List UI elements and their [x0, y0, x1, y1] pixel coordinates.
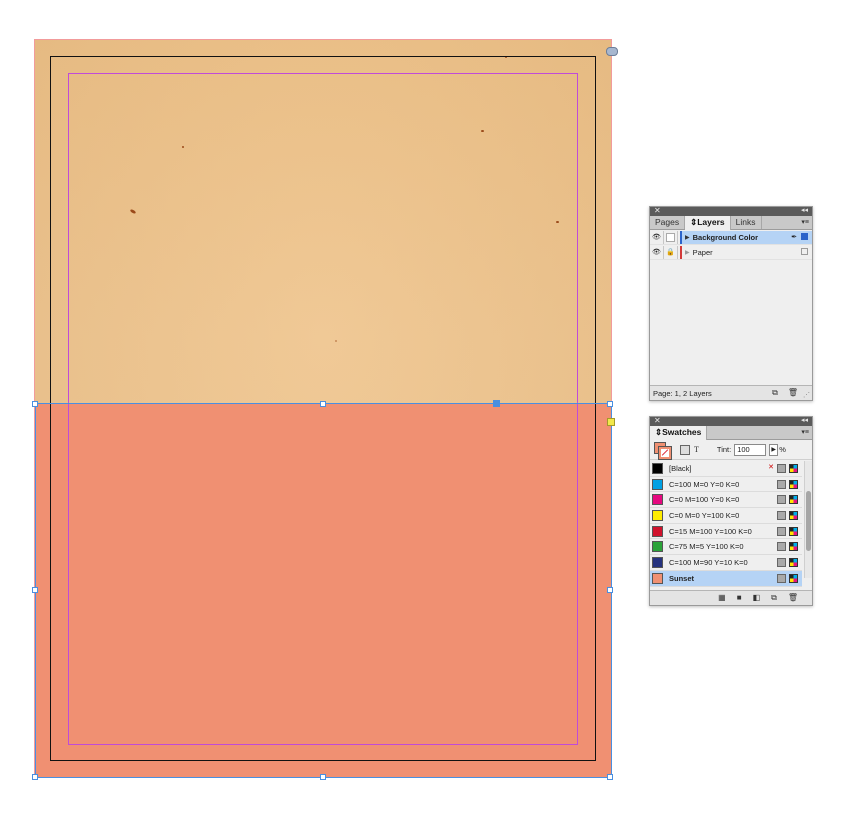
swatch-row[interactable]: C=15 M=100 Y=100 K=0: [650, 524, 802, 540]
handle-bottom-right[interactable]: [607, 774, 613, 780]
swatch-chip: [652, 509, 663, 521]
swatch-chip: [652, 525, 663, 537]
swatch-row[interactable]: [Black] ✕: [650, 461, 802, 477]
selection-square-icon[interactable]: [801, 233, 808, 240]
handle-middle-right[interactable]: [607, 587, 613, 593]
layer-row-background-color[interactable]: 👁 ▶ Background Color ✒: [650, 230, 812, 245]
tint-label: Tint:: [716, 445, 732, 454]
formatting-text-icon[interactable]: T: [694, 445, 699, 454]
layers-status-text: Page: 1, 2 Layers: [653, 388, 712, 398]
cmyk-icon: [789, 526, 798, 536]
panel-titlebar[interactable]: ✕ ◂◂: [650, 206, 812, 216]
text-out-port[interactable]: [607, 418, 615, 426]
tab-links[interactable]: Links: [731, 216, 762, 229]
swatch-row[interactable]: C=0 M=0 Y=100 K=0: [650, 508, 802, 524]
panel-menu-icon[interactable]: ▾≡: [801, 216, 809, 229]
swatch-chip: [652, 556, 663, 568]
process-color-icon: [777, 495, 786, 505]
collapse-icon[interactable]: ◂◂: [801, 206, 808, 214]
panel-tabs: Pages ⇕Layers Links ▾≡: [650, 216, 812, 230]
page-transition-icon[interactable]: [606, 47, 618, 56]
formatting-container-icon[interactable]: [680, 444, 690, 455]
swatch-row[interactable]: C=100 M=90 Y=10 K=0: [650, 555, 802, 571]
cmyk-icon: [789, 464, 798, 473]
panel-footer: Page: 1, 2 Layers ⧉ 🗑 ⋰: [650, 385, 812, 400]
cmyk-icon: [789, 573, 798, 583]
background-color-frame[interactable]: [35, 404, 611, 777]
tab-layers[interactable]: ⇕Layers: [685, 216, 731, 230]
lock-icon[interactable]: 🔒: [664, 245, 678, 259]
process-color-icon: [777, 573, 786, 583]
cmyk-icon: [789, 479, 798, 489]
layer-row-paper[interactable]: 👁 🔒 ▶ Paper: [650, 245, 812, 260]
resize-grip-icon[interactable]: ⋰: [803, 391, 810, 399]
tab-swatches[interactable]: ⇕Swatches: [650, 426, 708, 440]
process-color-icon: [777, 542, 786, 552]
document-page: [32, 39, 615, 780]
tint-dropdown-arrow-icon[interactable]: ▶: [769, 443, 779, 456]
pen-icon: ✒: [791, 233, 797, 241]
trash-icon[interactable]: 🗑: [788, 388, 798, 398]
stroke-swatch[interactable]: [658, 445, 672, 460]
trash-icon[interactable]: 🗑: [788, 593, 798, 603]
process-color-icon: [777, 526, 786, 536]
fill-stroke-icon[interactable]: [654, 441, 672, 460]
cmyk-icon: [789, 495, 798, 505]
handle-top-right[interactable]: [607, 401, 613, 407]
swatch-row[interactable]: C=0 M=100 Y=0 K=0: [650, 492, 802, 509]
tint-input[interactable]: 100: [734, 443, 767, 456]
layers-panel: ✕ ◂◂ Pages ⇕Layers Links ▾≡ 👁 ▶ Backgrou…: [649, 206, 813, 401]
cmyk-icon: [789, 511, 798, 521]
visibility-eye-icon[interactable]: 👁: [650, 245, 664, 259]
swatch-list: [Black] ✕ C=100 M=0 Y=0 K=0 C=0 M=100 Y=…: [650, 461, 802, 587]
collapse-icon[interactable]: ◂◂: [801, 416, 808, 424]
cmyk-icon: [789, 542, 798, 552]
swatch-chip: [652, 494, 663, 506]
swatch-chip: [652, 462, 663, 474]
process-color-icon: [777, 464, 786, 473]
swatch-chip: [652, 572, 663, 584]
process-color-icon: [777, 511, 786, 521]
scrollbar-thumb[interactable]: [806, 491, 811, 551]
new-layer-icon[interactable]: ⧉: [772, 388, 778, 398]
panel-footer: ▦ ■ ◧ ⧉ 🗑: [650, 590, 812, 605]
show-all-swatches-icon[interactable]: ▦: [718, 593, 726, 603]
new-swatch-icon[interactable]: ⧉: [771, 593, 777, 603]
process-color-icon: [777, 558, 786, 568]
panel-tabs: ⇕Swatches ▾≡: [650, 426, 812, 440]
lock-toggle-empty[interactable]: [664, 230, 678, 244]
panel-menu-icon[interactable]: ▾≡: [801, 426, 809, 439]
handle-bottom-center[interactable]: [320, 774, 326, 780]
handle-bottom-left[interactable]: [32, 774, 38, 780]
swatches-panel: ✕ ◂◂ ⇕Swatches ▾≡ T Tint: 100 ▶ % [Black…: [649, 416, 813, 606]
visibility-eye-icon[interactable]: 👁: [650, 230, 664, 244]
handle-top-left[interactable]: [32, 401, 38, 407]
swatch-row[interactable]: C=100 M=0 Y=0 K=0: [650, 477, 802, 493]
handle-middle-left[interactable]: [32, 587, 38, 593]
show-gradient-swatches-icon[interactable]: ◧: [753, 593, 761, 603]
close-icon[interactable]: ✕: [654, 206, 661, 215]
handle-top-center[interactable]: [320, 401, 326, 407]
swatch-row[interactable]: Sunset: [650, 570, 802, 587]
content-grabber-handle[interactable]: [493, 400, 500, 407]
scrollbar[interactable]: [804, 461, 812, 578]
swatch-toolbar: T Tint: 100 ▶ %: [650, 440, 812, 460]
tint-percent: %: [779, 445, 786, 454]
panel-titlebar[interactable]: ✕ ◂◂: [650, 416, 812, 426]
swatch-chip: [652, 541, 663, 553]
non-editable-icon: ✕: [768, 464, 774, 471]
swatch-row[interactable]: C=75 M=5 Y=100 K=0: [650, 539, 802, 556]
selection-square-icon[interactable]: [801, 247, 808, 255]
disclosure-triangle-icon[interactable]: ▶: [685, 234, 690, 241]
process-color-icon: [777, 479, 786, 489]
swatch-chip: [652, 478, 663, 490]
layer-name: Background Color: [692, 232, 759, 242]
show-color-swatches-icon[interactable]: ■: [737, 593, 742, 603]
tab-pages[interactable]: Pages: [650, 216, 686, 229]
disclosure-triangle-icon[interactable]: ▶: [685, 249, 690, 256]
close-icon[interactable]: ✕: [654, 416, 661, 425]
cmyk-icon: [789, 558, 798, 568]
layer-name: Paper: [692, 247, 713, 257]
